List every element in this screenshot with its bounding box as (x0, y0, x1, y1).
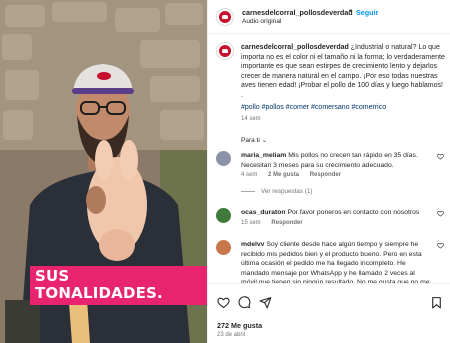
video-panel[interactable]: SUS TONALIDADES. (0, 0, 207, 343)
comments-scroll-area[interactable]: carnesdelcorral_pollosdeverdad ¿Industri… (208, 35, 450, 283)
view-replies-label: Ver respuestas (1) (261, 188, 313, 195)
commenter-username[interactable]: mdelvv (241, 241, 264, 248)
comment-body: maria_meliam Mis pollos no crecen tan rá… (241, 151, 431, 170)
separator-dot: • (349, 8, 352, 15)
post-header: carnesdelcorral_pollosdeverdad • Seguir … (208, 0, 450, 34)
share-icon[interactable] (259, 296, 272, 309)
comment-icon[interactable] (238, 296, 251, 309)
comment-body: ocas_duraton Por favor poneros en contac… (241, 208, 431, 218)
comment-item: ocas_duraton Por favor poneros en contac… (216, 208, 444, 232)
post-details-panel: carnesdelcorral_pollosdeverdad • Seguir … (207, 0, 450, 343)
comment-body: mdelvv Soy cliente desde hace algún tiem… (241, 240, 431, 283)
commenter-username[interactable]: ocas_duraton (241, 209, 286, 216)
heart-icon[interactable] (217, 296, 230, 309)
commenter-avatar[interactable] (216, 240, 231, 255)
comment-meta: 15 sem Responder (241, 220, 312, 226)
comment-likes[interactable]: 2 Me gusta (268, 172, 299, 178)
video-caption: SUS TONALIDADES. (30, 266, 207, 305)
commenter-username[interactable]: maria_meliam (241, 152, 286, 159)
likes-count[interactable]: 272 Me gusta (217, 321, 262, 330)
comment-item: maria_meliam Mis pollos no crecen tan rá… (216, 151, 444, 199)
reply-button[interactable]: Responder (271, 220, 302, 226)
instagram-post-view: SUS TONALIDADES. carnesdelcorral_pollosd… (0, 0, 450, 343)
comment-text: Por favor poneros en contacto con nosotr… (287, 209, 420, 216)
post-time: 14 sem (241, 116, 261, 122)
hashtag-list[interactable]: #pollo #pollos #comer #comersano #comerr… (241, 104, 386, 111)
commenter-avatar[interactable] (216, 208, 231, 223)
reply-button[interactable]: Responder (310, 172, 341, 178)
post-actions-bar: 272 Me gusta 23 de abril (208, 283, 450, 343)
post-author-avatar[interactable] (216, 42, 234, 60)
comment-time: 15 sem (241, 220, 261, 226)
comment-text: Soy cliente desde hace algún tiempo y si… (241, 241, 430, 283)
commenter-avatar[interactable] (216, 151, 231, 166)
heart-icon[interactable] (437, 242, 444, 249)
filter-label: Para ti (241, 137, 260, 144)
caption-dot: . (241, 91, 243, 99)
post-date: 23 de abril (217, 332, 246, 338)
follow-button[interactable]: Seguir (356, 8, 378, 17)
comment-time: 4 sem (241, 172, 258, 178)
view-replies-button[interactable]: Ver respuestas (1) (241, 188, 312, 195)
audio-link[interactable]: Audio original (242, 18, 281, 25)
comments-filter-dropdown[interactable]: Para ti ⌄ (241, 136, 267, 144)
bookmark-icon[interactable] (430, 296, 443, 309)
comment-item: mdelvv Soy cliente desde hace algún tiem… (216, 240, 444, 283)
header-username[interactable]: carnesdelcorral_pollosdeverdad (242, 8, 353, 17)
post-caption: carnesdelcorral_pollosdeverdad ¿Industri… (241, 43, 446, 100)
heart-icon[interactable] (437, 210, 444, 217)
comment-meta: 4 sem 2 Me gusta Responder (241, 172, 350, 178)
heart-icon[interactable] (437, 153, 444, 160)
profile-avatar[interactable] (216, 8, 234, 26)
post-author-username[interactable]: carnesdelcorral_pollosdeverdad (241, 44, 349, 51)
chevron-down-icon: ⌄ (261, 137, 268, 144)
